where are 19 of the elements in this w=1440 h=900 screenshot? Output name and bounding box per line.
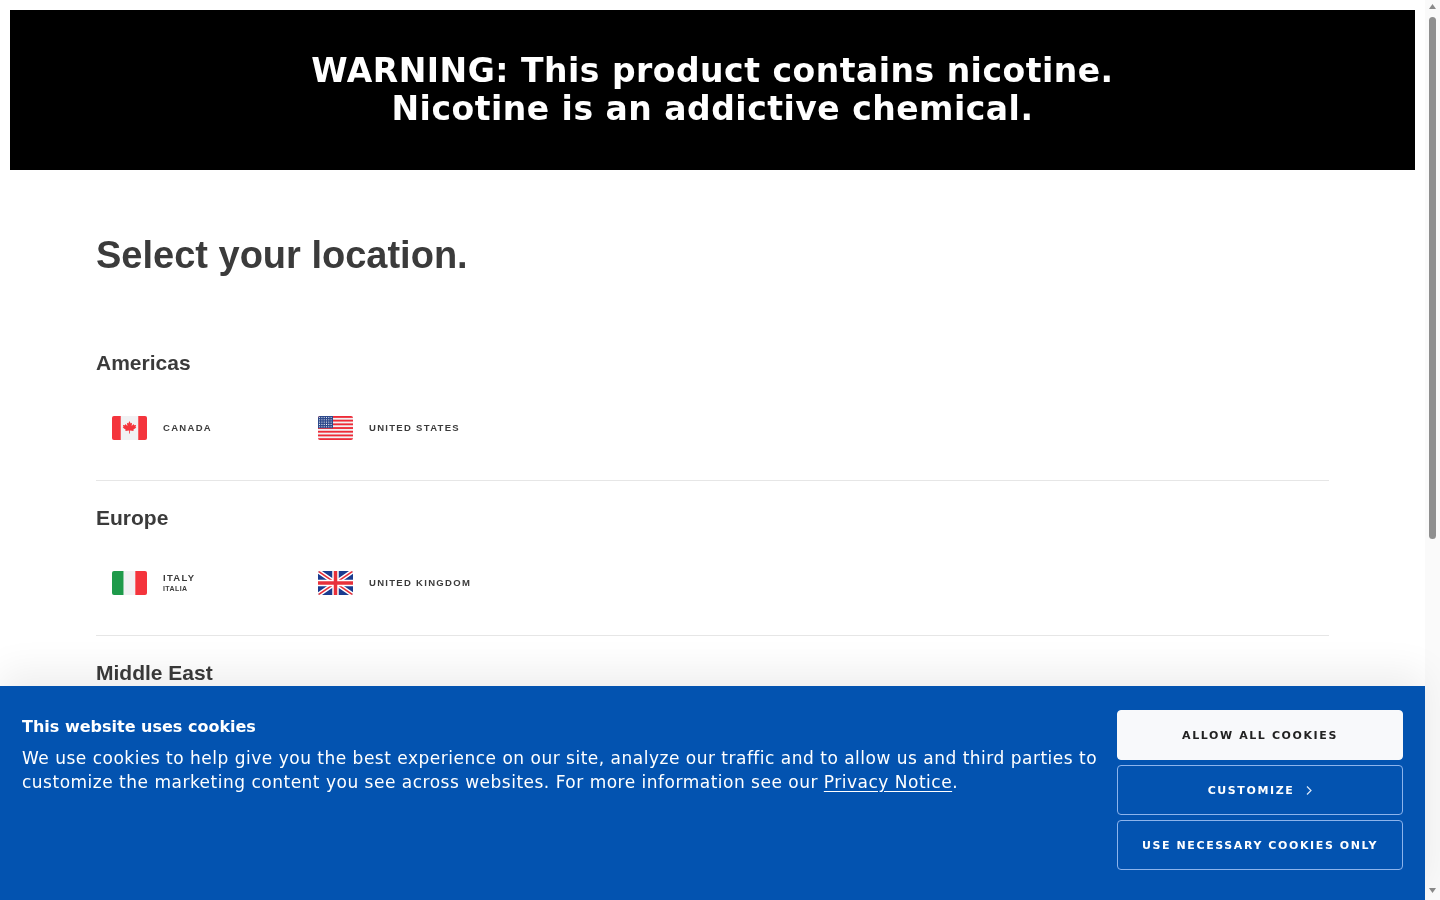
page-heading: Select your location. bbox=[96, 233, 468, 278]
canada-flag-icon bbox=[112, 416, 147, 440]
region-heading: Europe bbox=[96, 505, 169, 531]
region-heading: Americas bbox=[96, 350, 191, 376]
uk-flag-icon bbox=[318, 571, 353, 595]
customize-button[interactable]: CUSTOMIZE bbox=[1117, 765, 1403, 815]
country-link[interactable]: UNITED KINGDOM bbox=[318, 563, 524, 603]
allow-all-button[interactable]: ALLOW ALL COOKIES bbox=[1117, 710, 1403, 760]
chevron-right-icon bbox=[1306, 785, 1313, 795]
privacy-notice-link[interactable]: Privacy Notice bbox=[823, 772, 953, 792]
us-flag-icon bbox=[318, 416, 353, 440]
necessary-only-button[interactable]: USE NECESSARY COOKIES ONLY bbox=[1117, 820, 1403, 870]
country-link[interactable]: UNITED STATES bbox=[318, 408, 524, 448]
region-heading: Middle East bbox=[96, 660, 213, 686]
country-link[interactable]: CANADA bbox=[112, 408, 318, 448]
warning-text: WARNING: This product contains nicotine. Nicotine is an addictive chemical. bbox=[311, 52, 1114, 128]
cookie-title: This website uses cookies bbox=[22, 717, 257, 737]
italy-flag-icon bbox=[112, 571, 147, 595]
cookie-text: We use cookies to help give you the best experience on our site, analyze our traffic and to allow us and third parties to customize the marketing content you see across websites. For more information see our Privacy Notice. bbox=[22, 747, 1099, 794]
